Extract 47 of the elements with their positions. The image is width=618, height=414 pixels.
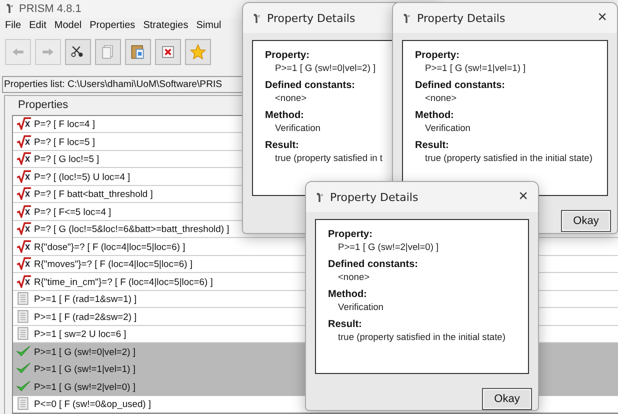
detail-label: Property: [265, 50, 310, 61]
property-formula: P>=1 [ sw=2 U loc=6 ] [34, 328, 126, 340]
detail-value: P>=1 [ G (sw!=2|vel=0) ] [338, 242, 439, 252]
dialog-title: Property Details [417, 12, 506, 24]
property-formula: P>=1 [ F (rad=1&sw=1) ] [34, 293, 137, 304]
detail-label: Result: [328, 319, 362, 330]
property-formula: P<=0 [ F (sw!=0&op_used) ] [34, 398, 151, 410]
property-formula: R{"time_in_cm"}=? [ F (loc=4|loc=5|loc=6) ] [34, 276, 213, 287]
detail-label: Property: [328, 229, 372, 240]
property-formula: P=? [ G loc!=5 ] [34, 153, 100, 164]
property-formula: P=? [ F loc=4 ] [34, 118, 95, 130]
detail-label: Method: [265, 110, 304, 121]
window-title: PRISM 4.8.1 [19, 2, 82, 15]
detail-label: Result: [265, 140, 299, 151]
property-formula: R{"moves"}=? [ F (loc=4|loc=5|loc=6) ] [34, 258, 192, 270]
detail-value: <none> [425, 93, 457, 103]
detail-value: Verification [275, 123, 320, 133]
dialog-title: Property Details [330, 190, 418, 204]
detail-value: Verification [425, 123, 470, 133]
property-formula: P=? [ F batt<batt_threshold ] [34, 188, 153, 200]
group-title: Properties [16, 98, 70, 112]
properties-list-path: Properties list: C:\Users\dhami\UoM\Software\PRIS [3, 78, 222, 90]
detail-value: true (property satisfied in t [275, 153, 382, 163]
property-formula: P=? [ F loc=5 ] [34, 136, 95, 147]
detail-value: Verification [338, 302, 384, 312]
detail-value: <none> [275, 93, 307, 103]
dialog-title: Property Details [267, 12, 356, 24]
detail-label: Defined constants: [265, 80, 356, 91]
property-formula: P>=1 [ G (sw!=1|vel=1) ] [34, 363, 136, 374]
property-formula: P>=1 [ G (sw!=0|vel=2) ] [34, 346, 136, 357]
detail-value: <none> [338, 272, 370, 282]
property-formula: P=? [ G (loc!=5&loc!=6&batt>=batt_threshold) ] [34, 223, 230, 234]
detail-value: true (property satisfied in the initial state) [338, 332, 506, 342]
detail-value: P>=1 [ G (sw!=1|vel=1) ] [425, 63, 526, 73]
property-formula: P=? [ F<=5 loc=4 ] [34, 206, 112, 217]
detail-value: P>=1 [ G (sw!=0|vel=2) ] [275, 63, 376, 73]
detail-label: Result: [415, 140, 449, 151]
detail-label: Method: [415, 110, 454, 121]
property-formula: P=? [ (loc!=5) U loc=4 ] [34, 170, 130, 182]
detail-label: Defined constants: [328, 259, 418, 270]
detail-value: true (property satisfied in the initial state) [425, 153, 592, 163]
property-formula: P>=1 [ G (sw!=2|vel=0) ] [34, 380, 136, 392]
detail-label: Property: [415, 50, 460, 61]
property-formula: R{"dose"}=? [ F (loc=4|loc=5|loc=6) ] [34, 240, 186, 252]
detail-label: Defined constants: [415, 80, 506, 91]
property-formula: P>=1 [ F (rad=2&sw=2) ] [34, 310, 137, 322]
detail-label: Method: [328, 289, 367, 300]
